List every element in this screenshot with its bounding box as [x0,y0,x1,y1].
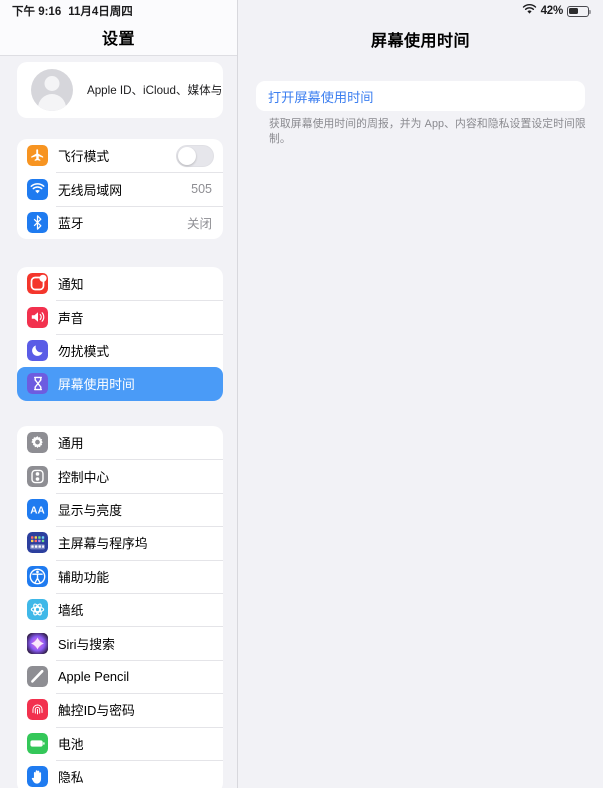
settings-sidebar: 设置 Apple ID、iCloud、媒体与… 飞行模式 无线局域网 505 蓝… [0,0,238,788]
sidebar-item-siri-search[interactable]: Siri与搜索 [17,626,223,659]
notifications-icon [27,273,48,295]
sidebar-item-bluetooth[interactable]: 蓝牙 关闭 [17,205,223,239]
sidebar-item-label: Siri与搜索 [58,636,115,652]
sidebar-item-label: 辅助功能 [58,569,110,585]
gear-icon [27,432,48,454]
sidebar-item-touch-id-passcode[interactable]: 触控ID与密码 [17,693,223,726]
privacy-hand-icon [27,766,48,788]
display-brightness-aa-icon: AA [27,498,48,520]
airplane-icon [27,145,48,167]
bluetooth-value: 关闭 [186,216,212,231]
sidebar-group-system: 通用 控制中心 AA 显示与亮度 主屏幕与程序坞 辅助功能 墙纸 Siri与搜索… [17,426,223,788]
apple-id-subtitle: Apple ID、iCloud、媒体与… [87,84,223,97]
sidebar-item-label: 勿扰模式 [58,343,110,359]
sidebar-item-general[interactable]: 通用 [17,426,223,459]
sidebar-item-label: 屏幕使用时间 [58,377,135,393]
sidebar-item-label: 飞行模式 [58,149,110,165]
sidebar-item-label: 电池 [58,736,84,752]
sidebar-item-label: 无线局域网 [58,182,122,198]
sidebar-item-wallpaper[interactable]: 墙纸 [17,592,223,626]
sidebar-item-wifi[interactable]: 无线局域网 505 [17,172,223,205]
apple-id-card[interactable]: Apple ID、iCloud、媒体与… [17,62,223,118]
touch-id-icon [27,699,48,721]
control-center-icon [27,465,48,487]
sidebar-item-label: 通用 [58,436,84,452]
sidebar-item-battery[interactable]: 电池 [17,726,223,760]
sidebar-item-accessibility[interactable]: 辅助功能 [17,559,223,593]
sidebar-item-label: 蓝牙 [58,215,84,231]
sidebar-item-label: 通知 [58,277,84,293]
ipad-settings-screen: 下午 9:16 11月4日周四 42% 设置 Apple ID、iCloud、媒… [0,0,603,788]
accessibility-icon [27,565,48,587]
sidebar-item-display-brightness[interactable]: AA 显示与亮度 [17,492,223,526]
sidebar-item-screen-time[interactable]: 屏幕使用时间 [17,367,223,401]
airplane-mode-toggle[interactable] [176,144,214,167]
sidebar-scroll-area[interactable]: Apple ID、iCloud、媒体与… 飞行模式 无线局域网 505 蓝牙 关… [0,57,237,788]
sidebar-item-apple-pencil[interactable]: Apple Pencil [17,659,223,693]
sidebar-item-label: 控制中心 [58,469,110,485]
do-not-disturb-moon-icon [27,339,48,361]
wallpaper-icon [27,599,48,621]
person-avatar-icon [31,69,73,111]
battery-icon [27,732,48,754]
detail-pane: 屏幕使用时间 打开屏幕使用时间 获取屏幕使用时间的周报，并为 App、内容和隐私… [238,0,603,788]
siri-icon [27,632,48,654]
sidebar-item-control-center[interactable]: 控制中心 [17,459,223,492]
sidebar-group-connectivity: 飞行模式 无线局域网 505 蓝牙 关闭 [17,139,223,240]
bluetooth-icon [27,211,48,233]
svg-text:AA: AA [30,506,44,517]
sidebar-item-privacy[interactable]: 隐私 [17,759,223,788]
sidebar-item-sounds[interactable]: 声音 [17,300,223,333]
sidebar-item-label: 声音 [58,310,84,326]
sidebar-item-do-not-disturb[interactable]: 勿扰模式 [17,333,223,367]
sidebar-item-notifications[interactable]: 通知 [17,267,223,300]
hourglass-icon [27,373,48,395]
detail-title: 屏幕使用时间 [370,33,470,50]
sidebar-item-label: 主屏幕与程序坞 [58,536,148,552]
sidebar-item-home-screen-dock[interactable]: 主屏幕与程序坞 [17,526,223,559]
apple-id-row[interactable]: Apple ID、iCloud、媒体与… [17,62,223,118]
turn-on-screen-time-card[interactable]: 打开屏幕使用时间 [256,81,585,111]
sidebar-item-label: Apple Pencil [58,668,130,684]
wifi-value: 505 [191,182,212,197]
sidebar-item-label: 触控ID与密码 [58,703,135,719]
sound-icon [27,306,48,328]
sidebar-item-airplane-mode[interactable]: 飞行模式 [17,139,223,172]
screen-time-description: 获取屏幕使用时间的周报，并为 App、内容和隐私设置设定时间限制。 [269,118,586,145]
sidebar-title: 设置 [101,31,135,48]
sidebar-item-label: 显示与亮度 [58,502,122,518]
apple-pencil-icon [27,665,48,687]
home-screen-dock-icon [27,532,48,554]
sidebar-group-alerts: 通知 声音 勿扰模式 屏幕使用时间 [17,267,223,401]
turn-on-screen-time-link[interactable]: 打开屏幕使用时间 [268,87,374,106]
wifi-icon [27,178,48,200]
sidebar-item-label: 墙纸 [58,603,84,619]
sidebar-item-label: 隐私 [58,770,84,786]
